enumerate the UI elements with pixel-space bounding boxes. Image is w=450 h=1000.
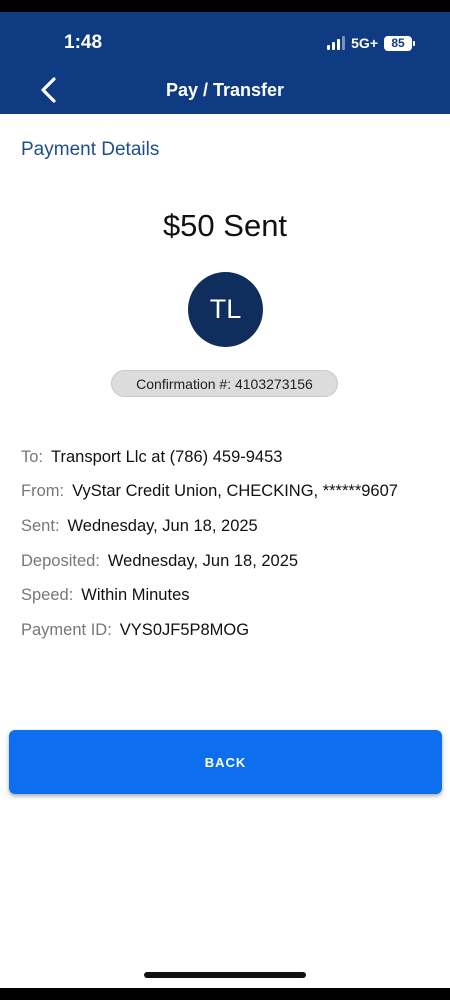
detail-label: From: (21, 482, 65, 501)
detail-value: Wednesday, Jun 18, 2025 (67, 516, 258, 535)
status-indicators: 5G+ 85 (327, 34, 415, 52)
battery-icon: 85 (384, 35, 415, 51)
page-title: Pay / Transfer (165, 80, 285, 100)
detail-value: VyStar Credit Union, CHECKING, ******960… (72, 482, 398, 501)
back-button[interactable]: BACK (9, 730, 442, 794)
detail-row-sent: Sent: Wednesday, Jun 18, 2025 (21, 509, 441, 544)
detail-row-deposited: Deposited: Wednesday, Jun 18, 2025 (21, 544, 441, 579)
detail-row-payment-id: Payment ID: VYS0JF5P8MOG (21, 613, 441, 648)
section-title: Payment Details (21, 139, 160, 160)
home-indicator[interactable] (144, 972, 306, 978)
detail-row-to: To: Transport Llc at (786) 459-9453 (21, 440, 441, 475)
detail-label: Deposited: (21, 551, 100, 570)
detail-label: Payment ID: (21, 620, 112, 639)
app-header: 1:48 5G+ 85 Pay / Transfer (0, 12, 450, 114)
confirmation-badge: Confirmation #: 4103273156 (111, 370, 338, 397)
detail-row-speed: Speed: Within Minutes (21, 578, 441, 613)
status-time: 1:48 (64, 32, 103, 53)
detail-value: VYS0JF5P8MOG (119, 620, 250, 639)
bottom-edge (0, 988, 450, 1000)
detail-label: To: (21, 447, 44, 466)
detail-label: Speed: (21, 586, 74, 605)
detail-row-from: From: VyStar Credit Union, CHECKING, ***… (21, 475, 441, 510)
detail-value: Within Minutes (81, 586, 190, 605)
cellular-signal-icon (327, 36, 346, 50)
detail-label: Sent: (21, 516, 60, 535)
detail-value: Transport Llc at (786) 459-9453 (51, 447, 283, 466)
top-edge (0, 0, 450, 12)
payment-details-list: To: Transport Llc at (786) 459-9453 From… (21, 440, 441, 648)
detail-value: Wednesday, Jun 18, 2025 (107, 551, 299, 570)
network-type: 5G+ (351, 35, 378, 51)
payment-amount: $50 Sent (162, 208, 288, 243)
phone-screen: 1:48 5G+ 85 Pay / Transfer Payment Detai… (0, 0, 450, 1000)
recipient-avatar: TL (188, 272, 263, 347)
